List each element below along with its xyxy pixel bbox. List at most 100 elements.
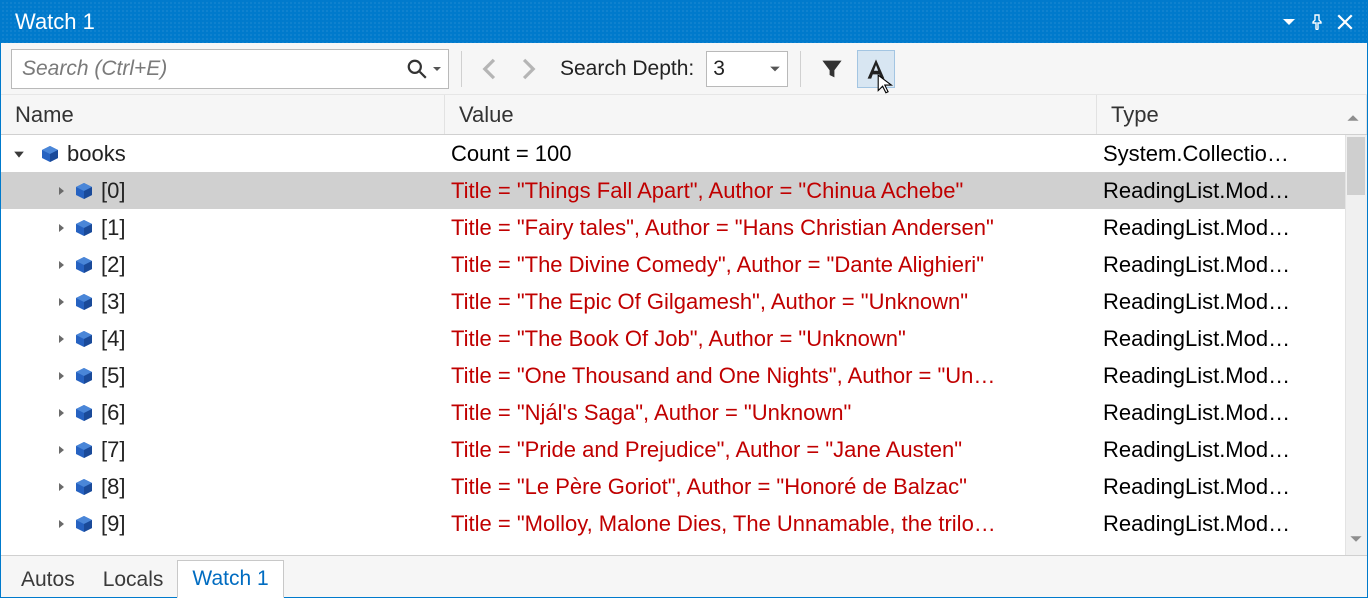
row-name: [9]: [101, 511, 125, 537]
row-type: ReadingList.Mod…: [1097, 437, 1367, 463]
object-icon: [71, 514, 97, 534]
toolbar: Search Depth: 3: [1, 43, 1367, 95]
expander-icon[interactable]: [51, 408, 71, 418]
row-value: Title = "Things Fall Apart", Author = "C…: [445, 178, 1097, 204]
pin-button[interactable]: [1303, 8, 1331, 36]
row-name: [0]: [101, 178, 125, 204]
expander-icon[interactable]: [51, 223, 71, 233]
object-icon: [71, 218, 97, 238]
search-depth-value: 3: [713, 57, 769, 81]
row-type: System.Collectio…: [1097, 141, 1367, 167]
search-box[interactable]: [11, 49, 449, 89]
watch-window: Watch 1 Search Depth:: [0, 0, 1368, 598]
nav-back-button[interactable]: [474, 53, 506, 85]
expander-icon[interactable]: [51, 445, 71, 455]
row-name: [4]: [101, 326, 125, 352]
expander-icon[interactable]: [51, 519, 71, 529]
object-icon: [71, 181, 97, 201]
object-icon: [71, 440, 97, 460]
row-type: ReadingList.Mod…: [1097, 178, 1367, 204]
row-type: ReadingList.Mod…: [1097, 363, 1367, 389]
chevron-down-icon: [769, 63, 781, 75]
column-name[interactable]: Name: [1, 95, 445, 134]
table-row-root[interactable]: books Count = 100System.Collectio…: [1, 135, 1367, 172]
grid-header: Name Value Type: [1, 95, 1367, 135]
object-icon: [71, 403, 97, 423]
search-input[interactable]: [22, 57, 406, 81]
vertical-scrollbar[interactable]: [1345, 135, 1367, 555]
row-type: ReadingList.Mod…: [1097, 289, 1367, 315]
grid-body: books Count = 100System.Collectio… [0] Titl…: [1, 135, 1367, 555]
row-value: Title = "The Divine Comedy", Author = "D…: [445, 252, 1097, 278]
column-value[interactable]: Value: [445, 95, 1097, 134]
row-name: [7]: [101, 437, 125, 463]
separator: [800, 51, 801, 87]
row-name: [6]: [101, 400, 125, 426]
object-icon: [71, 255, 97, 275]
row-type: ReadingList.Mod…: [1097, 474, 1367, 500]
expander-icon[interactable]: [51, 371, 71, 381]
expander-icon[interactable]: [51, 297, 71, 307]
table-row[interactable]: [2] Title = "The Divine Comedy", Author =…: [1, 246, 1367, 283]
tab-autos[interactable]: Autos: [7, 562, 89, 598]
scroll-up-icon[interactable]: [1346, 105, 1360, 131]
filter-button[interactable]: [813, 50, 851, 88]
row-name: [5]: [101, 363, 125, 389]
expander-icon[interactable]: [51, 482, 71, 492]
table-row[interactable]: [6] Title = "Njál's Saga", Author = "Unkn…: [1, 394, 1367, 431]
expander-icon[interactable]: [9, 148, 29, 160]
expander-icon[interactable]: [51, 334, 71, 344]
row-value: Title = "Le Père Goriot", Author = "Hono…: [445, 474, 1097, 500]
table-row[interactable]: [9] Title = "Molloy, Malone Dies, The Unn…: [1, 505, 1367, 542]
expander-icon[interactable]: [51, 260, 71, 270]
column-type-label: Type: [1111, 102, 1159, 128]
separator: [461, 51, 462, 87]
object-icon: [71, 329, 97, 349]
row-name: [2]: [101, 252, 125, 278]
table-row[interactable]: [8] Title = "Le Père Goriot", Author = "H…: [1, 468, 1367, 505]
row-value: Title = "Molloy, Malone Dies, The Unnama…: [445, 511, 1097, 537]
close-button[interactable]: [1331, 8, 1359, 36]
scroll-thumb[interactable]: [1347, 137, 1365, 195]
table-row[interactable]: [3]Title = "The Epic Of Gilgamesh", Auth…: [1, 283, 1367, 320]
object-icon: [71, 477, 97, 497]
expander-icon[interactable]: [51, 186, 71, 196]
scroll-down-icon[interactable]: [1349, 532, 1363, 551]
row-type: ReadingList.Mod…: [1097, 215, 1367, 241]
search-depth-label: Search Depth:: [560, 57, 694, 81]
window-menu-button[interactable]: [1275, 8, 1303, 36]
nav-forward-button[interactable]: [512, 53, 544, 85]
object-icon: [71, 292, 97, 312]
row-type: ReadingList.Mod…: [1097, 326, 1367, 352]
row-type: ReadingList.Mod…: [1097, 252, 1367, 278]
search-icon[interactable]: [406, 58, 428, 80]
tab-watch-1[interactable]: Watch 1: [177, 560, 283, 598]
window-title: Watch 1: [15, 9, 1275, 35]
row-value: Title = "The Book Of Job", Author = "Unk…: [445, 326, 1097, 352]
row-value: Title = "Pride and Prejudice", Author = …: [445, 437, 1097, 463]
search-dropdown-icon[interactable]: [428, 64, 442, 74]
table-row[interactable]: [4] Title = "The Book Of Job", Author = "…: [1, 320, 1367, 357]
row-type: ReadingList.Mod…: [1097, 400, 1367, 426]
row-value: Title = "One Thousand and One Nights", A…: [445, 363, 1097, 389]
titlebar: Watch 1: [1, 1, 1367, 43]
bottom-tabs: AutosLocalsWatch 1: [1, 555, 1367, 597]
row-name: books: [67, 141, 126, 167]
row-value: Count = 100: [445, 141, 1097, 167]
text-style-button[interactable]: [857, 50, 895, 88]
table-row[interactable]: [0] Title = "Things Fall Apart", Author =…: [1, 172, 1367, 209]
table-row[interactable]: [5] Title = "One Thousand and One Nights"…: [1, 357, 1367, 394]
object-icon: [37, 144, 63, 164]
row-value: Title = "Njál's Saga", Author = "Unknown…: [445, 400, 1097, 426]
row-type: ReadingList.Mod…: [1097, 511, 1367, 537]
table-row[interactable]: [1] Title = "Fairy tales", Author = "Hans…: [1, 209, 1367, 246]
column-type[interactable]: Type: [1097, 95, 1367, 134]
row-value: Title = "Fairy tales", Author = "Hans Ch…: [445, 215, 1097, 241]
object-icon: [71, 366, 97, 386]
row-name: [3]: [101, 289, 125, 315]
tab-locals[interactable]: Locals: [89, 562, 178, 598]
search-depth-combo[interactable]: 3: [706, 51, 788, 87]
row-name: [1]: [101, 215, 125, 241]
table-row[interactable]: [7] Title = "Pride and Prejudice", Author…: [1, 431, 1367, 468]
row-name: [8]: [101, 474, 125, 500]
